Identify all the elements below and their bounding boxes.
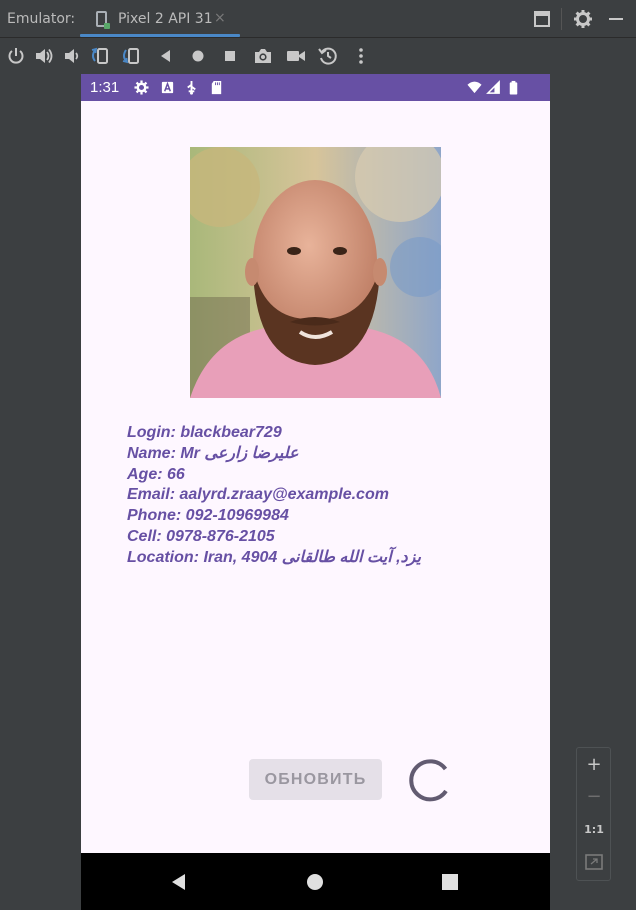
volume-up-icon[interactable]: [34, 46, 54, 66]
actual-size-button[interactable]: 1:1: [582, 818, 606, 842]
system-nav-bar: [81, 853, 550, 910]
tab-pixel-2-api-31[interactable]: Pixel 2 API 31 ×: [80, 0, 240, 38]
app-screen: Login: blackbear729 Name: Mr علیرضا زارع…: [81, 101, 550, 853]
back-icon[interactable]: [156, 46, 176, 66]
camera-icon[interactable]: [253, 46, 273, 66]
name-text: Name: Mr علیرضا زارعی: [127, 444, 299, 462]
location-text: Location: Iran, 4904 یزد, آیت الله طالقا…: [127, 548, 421, 566]
settings-gear-icon[interactable]: [573, 9, 593, 29]
status-time: 1:31: [90, 79, 120, 96]
rotate-left-icon[interactable]: [90, 46, 110, 66]
zoom-controls: + − 1:1: [576, 747, 611, 881]
emulator-toolbar: [0, 39, 636, 73]
emulator-title-bar: Emulator: Pixel 2 API 31 ×: [0, 0, 636, 38]
device-phone-icon: [96, 11, 110, 29]
wifi-icon: [467, 81, 482, 94]
status-bar: 1:31: [81, 74, 550, 101]
sd-card-icon: [211, 80, 222, 95]
active-tab-indicator: [80, 34, 240, 37]
zoom-out-button[interactable]: −: [582, 785, 606, 809]
overview-icon[interactable]: [220, 46, 240, 66]
email-text: Email: aalyrd.zraay@example.com: [127, 486, 389, 504]
debug-usb-icon: [187, 80, 196, 95]
keyboard-a-icon: [161, 81, 174, 94]
cell-text: Cell: 0978-876-2105: [127, 527, 275, 545]
zoom-in-button[interactable]: +: [582, 753, 606, 777]
power-icon[interactable]: [6, 46, 26, 66]
video-icon[interactable]: [286, 46, 306, 66]
nav-home-icon[interactable]: [304, 871, 326, 893]
refresh-button[interactable]: ОБНОВИТЬ: [249, 759, 382, 800]
rotate-right-icon[interactable]: [122, 46, 142, 66]
emulator-label: Emulator:: [7, 11, 76, 27]
login-text: Login: blackbear729: [127, 424, 282, 441]
restore-window-icon[interactable]: [532, 9, 552, 29]
minimize-icon[interactable]: [606, 9, 626, 29]
phone-text: Phone: 092-10969984: [127, 507, 289, 525]
nav-overview-icon[interactable]: [439, 871, 461, 893]
tab-title: Pixel 2 API 31: [118, 11, 213, 27]
fit-screen-icon[interactable]: [582, 850, 606, 874]
close-tab-icon[interactable]: ×: [214, 10, 226, 26]
settings-icon: [134, 80, 149, 95]
battery-icon: [509, 80, 518, 95]
loading-spinner-icon: [409, 759, 448, 802]
more-icon[interactable]: [351, 46, 371, 66]
user-avatar: [190, 147, 441, 398]
age-text: Age: 66: [127, 465, 185, 483]
user-info: Login: blackbear729 Name: Mr علیرضا زارع…: [127, 423, 527, 569]
volume-down-icon[interactable]: [62, 46, 82, 66]
signal-icon: [486, 80, 500, 94]
nav-back-icon[interactable]: [168, 871, 190, 893]
home-icon[interactable]: [188, 46, 208, 66]
snapshot-icon[interactable]: [318, 46, 338, 66]
device-frame: 1:31 Login: blackbear729 Name: Mr علیرضا…: [81, 74, 550, 910]
